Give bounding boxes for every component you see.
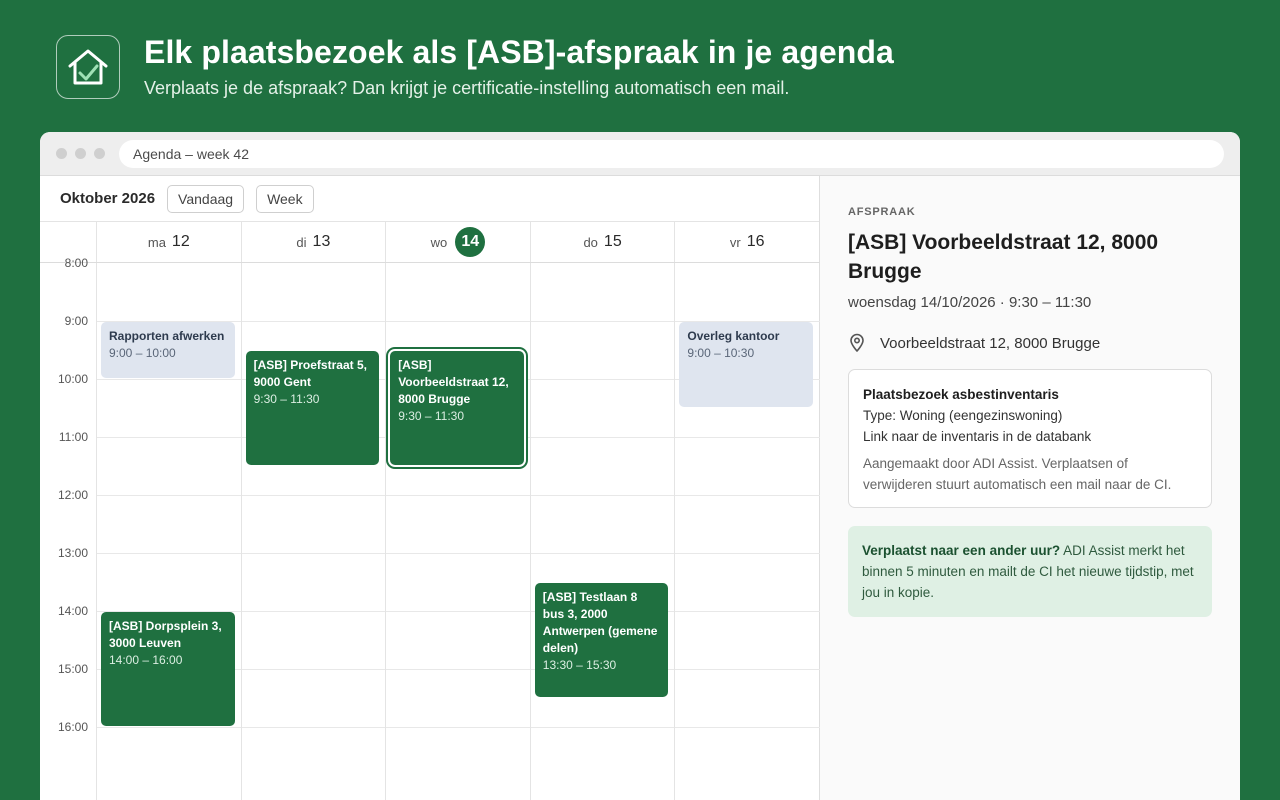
day-column-divider [674, 263, 676, 800]
day-name: vr [729, 234, 741, 250]
card-note: Aangemaakt door ADI Assist. Verplaatsen … [863, 456, 1172, 492]
day-header-di[interactable]: di 13 [240, 222, 386, 262]
event-title: [ASB] Proefstraat 5, 9000 Gent [253, 358, 367, 389]
inventory-link[interactable]: Link naar de inventaris in de databank [863, 426, 1197, 447]
day-number: 16 [746, 233, 765, 250]
event-time: 9:00 – 10:30 [687, 346, 755, 360]
hour-label: 9:00 [64, 314, 88, 328]
calendar-toolbar: Oktober 2026 Vandaag Week [40, 176, 819, 222]
map-pin-icon [850, 333, 864, 353]
today-button[interactable]: Vandaag [167, 184, 245, 213]
month-label: Oktober 2026 [60, 190, 156, 207]
hour-gridline [96, 727, 820, 728]
details-kicker: AFSPRAAK [848, 206, 916, 218]
hour-label: 10:00 [57, 372, 88, 386]
day-header-do[interactable]: do 15 [529, 222, 675, 262]
window-maximize-dot[interactable] [94, 148, 105, 159]
hour-gridline [96, 495, 820, 496]
details-title: [ASB] Voorbeeldstraat 12, 8000 Brugge [848, 231, 1159, 283]
hour-label: 11:00 [58, 430, 88, 444]
hour-label: 16:00 [57, 720, 88, 734]
hour-label: 14:00 [57, 604, 88, 618]
event-time: 14:00 – 16:00 [109, 653, 183, 667]
reschedule-tip: Verplaatst naar een ander uur? ADI Assis… [848, 526, 1212, 617]
day-name: wo [430, 234, 448, 250]
page-header: Elk plaatsbezoek als [ASB]-afspraak in j… [56, 34, 894, 100]
calendar-event[interactable]: Overleg kantoor 9:00 – 10:30 [679, 322, 813, 407]
day-name: ma [147, 234, 166, 250]
day-column-divider [529, 263, 531, 800]
appointment-card: Plaatsbezoek asbestinventaris Type: Woni… [848, 369, 1212, 508]
today-date-badge: 14 [455, 227, 486, 257]
window-close-dot[interactable] [56, 148, 67, 159]
details-when: woensdag 14/10/2026 · 9:30 – 11:30 [848, 294, 1092, 311]
event-title: [ASB] Testlaan 8 bus 3, 2000 Antwerpen (… [542, 590, 658, 655]
card-type: Type: Woning (eengezinswoning) [863, 408, 1063, 423]
event-time: 13:30 – 15:30 [542, 658, 617, 672]
address-bar[interactable]: Agenda – week 42 [119, 139, 1224, 168]
event-time: 9:00 – 10:00 [109, 346, 176, 360]
asb-appointment-event[interactable]: [ASB] Dorpsplein 3, 3000 Leuven 14:00 – 1… [101, 612, 235, 726]
asb-appointment-event[interactable]: [ASB] Testlaan 8 bus 3, 2000 Antwerpen (… [534, 583, 669, 697]
event-title: [ASB] Voorbeeldstraat 12, 8000 Brugge [398, 358, 509, 406]
day-number: 15 [603, 233, 622, 250]
week-grid: 8:00 9:00 10:00 11:00 12:00 13:00 14:00 15:00 16… [40, 256, 820, 800]
location-text: Voorbeeldstraat 12, 8000 Brugge [880, 334, 1101, 352]
asb-appointment-event[interactable]: [ASB] Proefstraat 5, 9000 Gent 9:30 – 11:… [245, 351, 380, 465]
event-time: 9:30 – 11:30 [253, 392, 320, 406]
day-number: 12 [171, 233, 190, 250]
day-header-vr[interactable]: vr 16 [674, 222, 819, 262]
event-title: [ASB] Dorpsplein 3, 3000 Leuven [109, 619, 222, 650]
day-column-divider [385, 263, 387, 800]
tip-bold: Verplaatst naar een ander uur? [862, 543, 1061, 558]
day-header-wo[interactable]: wo 14 [385, 222, 530, 262]
event-title: Rapporten afwerken [109, 329, 225, 343]
hour-gridline [96, 553, 820, 554]
hour-label: 12:00 [57, 488, 88, 502]
browser-chrome: Agenda – week 42 [40, 132, 1240, 176]
appointment-details: AFSPRAAK [ASB] Voorbeeldstraat 12, 8000 … [820, 176, 1240, 800]
hour-label: 15:00 [57, 662, 88, 676]
asb-appointment-event[interactable]: [ASB] Voorbeeldstraat 12, 8000 Brugge 9:3… [390, 351, 524, 465]
calendar-pane: Oktober 2026 Vandaag Week ma 12 di 13 wo 14 do… [40, 176, 820, 800]
day-number: 13 [312, 233, 331, 250]
page-title: Elk plaatsbezoek als [ASB]-afspraak in j… [144, 34, 894, 70]
week-view-button[interactable]: Week [256, 184, 314, 213]
event-time: 9:30 – 11:30 [398, 409, 465, 423]
day-header-ma[interactable]: ma 12 [96, 222, 241, 262]
event-title: Overleg kantoor [687, 329, 780, 343]
day-column-divider [96, 263, 97, 800]
house-check-icon [56, 35, 120, 99]
calendar-event[interactable]: Rapporten afwerken 9:00 – 10:00 [101, 322, 235, 378]
day-name: do [583, 234, 598, 250]
card-title: Plaatsbezoek asbestinventaris [863, 387, 1059, 402]
details-location: Voorbeeldstraat 12, 8000 Brugge [848, 333, 1212, 353]
hour-label: 8:00 [64, 256, 88, 270]
window-minimize-dot[interactable] [75, 148, 86, 159]
day-column-divider [240, 263, 242, 800]
day-headers: ma 12 di 13 wo 14 do 15 vr 16 [40, 222, 820, 263]
page-subtitle: Verplaats je de afspraak? Dan krijgt je … [144, 78, 790, 98]
browser-window: Agenda – week 42 Oktober 2026 Vandaag We… [40, 132, 1240, 800]
day-name: di [296, 234, 307, 250]
hour-label: 13:00 [57, 546, 88, 560]
